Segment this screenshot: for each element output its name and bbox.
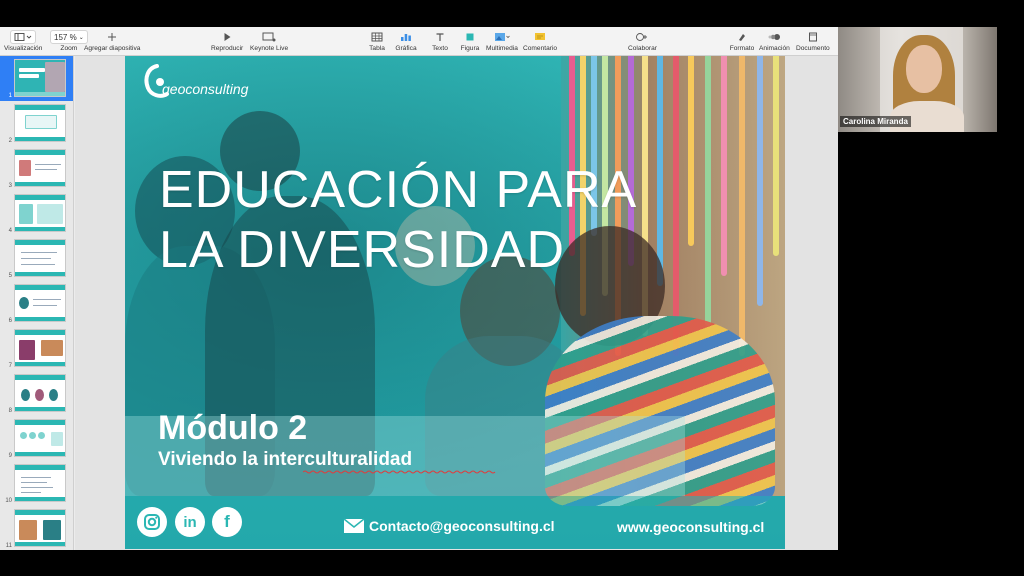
play-icon [214,30,240,44]
sidebar-icon [10,30,37,44]
slide-thumbnail-1[interactable]: 1 [0,56,73,101]
add-slide-button[interactable]: Agregar diapositiva [84,30,140,52]
participant-face [906,45,942,93]
format-button[interactable]: Formato [729,30,755,52]
chart-icon [393,30,419,44]
instagram-icon[interactable] [137,507,167,537]
animation-label: Animación [759,45,790,52]
collaborate-button[interactable]: Colaborar [628,30,657,52]
slide-number: 10 [5,498,12,504]
text-label: Texto [432,45,448,52]
slide-number: 7 [8,363,12,369]
table-label: Tabla [369,45,385,52]
slide-thumbnail-9[interactable]: 9 [0,416,73,461]
collaborate-icon [629,30,655,44]
zoom-label: Zoom [60,45,78,52]
slide-number: 9 [8,453,12,459]
format-label: Formato [729,45,755,52]
media-button[interactable]: Multimedia [486,30,518,52]
zoom-value: 157 % [54,32,77,42]
slide-navigator: 1 2 3 4 5 6 7 8 9 10 11 [0,56,74,550]
slide-thumbnail-5[interactable]: 5 [0,236,73,281]
table-button[interactable]: Tabla [364,30,390,52]
document-icon [800,30,826,44]
participant-name-tag: Carolina Miranda [840,116,911,127]
shape-button[interactable]: Figura [457,30,483,52]
chevron-down-icon: ⌄ [78,34,84,41]
chart-label: Gráfica [395,45,417,52]
toolbar: Visualización 157 % ⌄ Zoom Agregar diapos… [0,27,838,56]
zoom-select[interactable]: 157 % ⌄ Zoom [50,30,88,52]
slide-thumbnail-4[interactable]: 4 [0,191,73,236]
view-label: Visualización [4,45,43,52]
title-line-2: LA DIVERSIDAD [159,221,566,279]
website-link[interactable]: www.geoconsulting.cl [617,519,764,535]
slide-thumbnail-10[interactable]: 10 [0,461,73,506]
shape-label: Figura [460,45,480,52]
facebook-icon[interactable]: f [212,507,242,537]
logo-text: geoconsulting [162,81,249,97]
slide-number: 6 [8,318,12,324]
slide-number: 8 [8,408,12,414]
title-line-1: EDUCACIÓN PARA [159,161,638,219]
paintbrush-icon [729,30,755,44]
play-label: Reproducir [211,45,244,52]
screen: Visualización 157 % ⌄ Zoom Agregar diapos… [0,0,1024,576]
play-button[interactable]: Reproducir [211,30,243,52]
slide[interactable]: geoconsulting EDUCACIÓN PARA LA DIVERSID… [125,56,785,549]
slide-title[interactable]: EDUCACIÓN PARA LA DIVERSIDAD [159,160,759,280]
slide-thumbnail-8[interactable]: 8 [0,371,73,416]
slide-number: 5 [8,273,12,279]
media-icon [489,30,515,44]
linkedin-icon[interactable]: in [175,507,205,537]
slide-number: 2 [8,138,12,144]
comment-icon [527,30,553,44]
plus-icon [99,30,125,44]
collaborate-label: Colaborar [628,45,657,52]
slide-thumbnail-11[interactable]: 11 [0,506,73,550]
table-icon [364,30,390,44]
slide-number: 4 [8,228,12,234]
slide-number: 3 [8,183,12,189]
animation-button[interactable]: Animación [759,30,790,52]
text-button[interactable]: Texto [427,30,453,52]
slide-thumbnail-6[interactable]: 6 [0,281,73,326]
module-subtitle[interactable]: Viviendo la interculturalidad [158,449,412,471]
slide-thumbnail-7[interactable]: 7 [0,326,73,371]
shape-icon [457,30,483,44]
logo: geoconsulting [142,64,248,100]
document-label: Documento [796,45,830,52]
comment-button[interactable]: Comentario [523,30,557,52]
slide-number: 1 [8,93,12,99]
slide-number: 11 [5,543,12,549]
contact-block: Contacto@geoconsulting.cl [343,518,559,535]
text-icon [427,30,453,44]
chart-button[interactable]: Gráfica [393,30,419,52]
keynote-live-label: Keynote Live [250,45,289,52]
document-button[interactable]: Documento [796,30,830,52]
comment-label: Comentario [523,45,558,52]
module-heading[interactable]: Módulo 2 [158,409,307,448]
keynote-live-icon [256,30,282,44]
add-slide-label: Agregar diapositiva [84,45,141,52]
contact-email[interactable]: Contacto@geoconsulting.cl [369,518,559,535]
keynote-live-button[interactable]: Keynote Live [250,30,288,52]
spellcheck-underline [303,470,496,474]
animation-icon [761,30,787,44]
media-label: Multimedia [486,45,518,52]
slide-thumbnail-2[interactable]: 2 [0,101,73,146]
view-button[interactable]: Visualización [4,30,42,52]
slide-thumbnail-3[interactable]: 3 [0,146,73,191]
envelope-icon [343,518,365,533]
